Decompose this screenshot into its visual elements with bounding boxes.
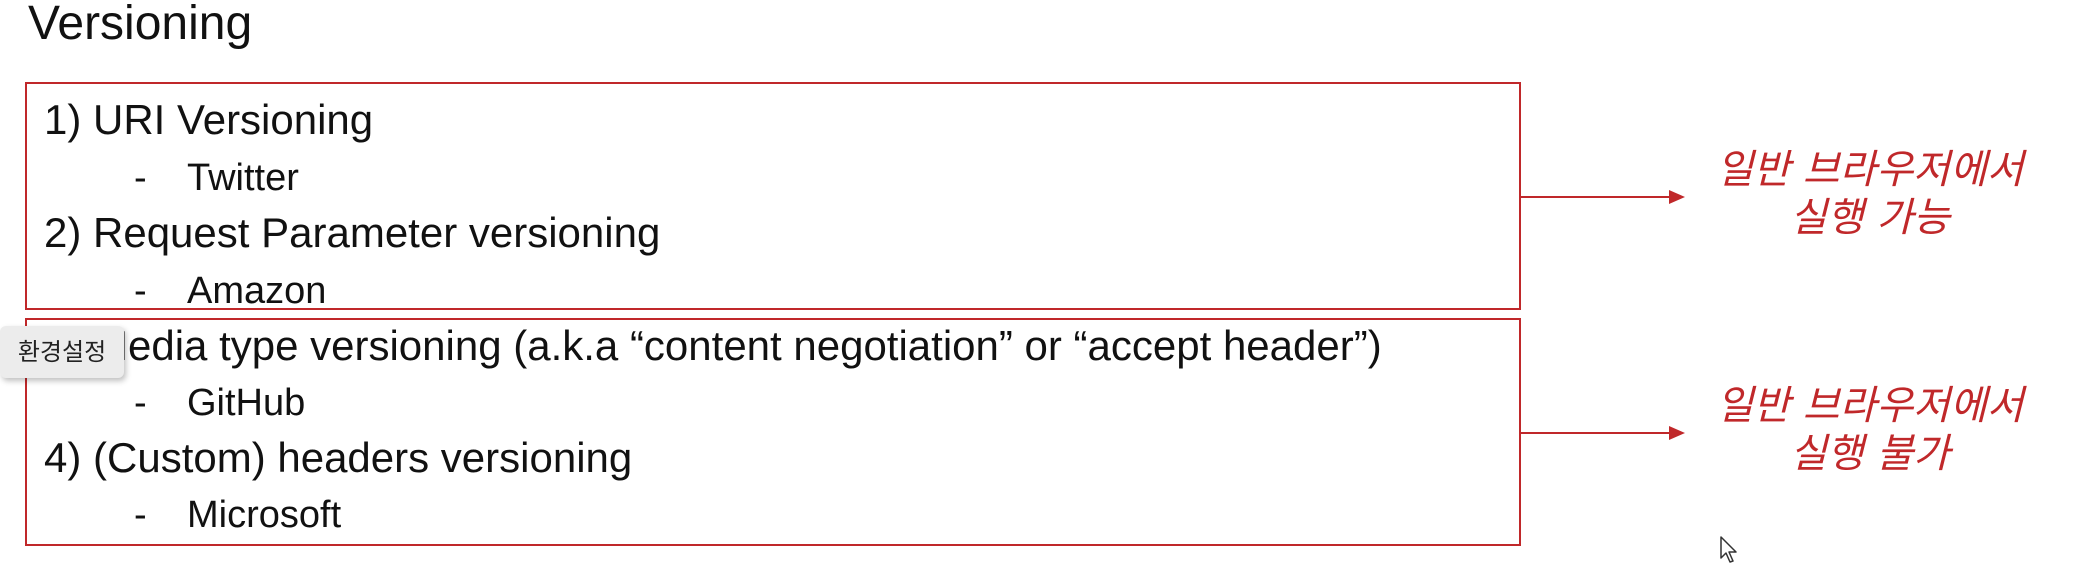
list-dash: - bbox=[134, 270, 147, 312]
list-dash: - bbox=[134, 494, 147, 536]
note-browser-incapable: 일반 브라우저에서 실행 불가 bbox=[1690, 382, 2050, 478]
note-browser-capable: 일반 브라우저에서 실행 가능 bbox=[1690, 146, 2050, 242]
arrow-right-icon bbox=[1521, 190, 1685, 204]
example-github: GitHub bbox=[187, 382, 306, 424]
note-line: 실행 불가 bbox=[1790, 431, 1950, 477]
list-item-uri-versioning: 1) URI Versioning bbox=[44, 96, 374, 143]
example-microsoft: Microsoft bbox=[187, 494, 342, 536]
example-amazon: Amazon bbox=[187, 270, 327, 312]
list-item-custom-headers-versioning: 4) (Custom) headers versioning bbox=[44, 434, 633, 481]
list-dash: - bbox=[134, 157, 147, 199]
arrow-right-icon bbox=[1521, 426, 1685, 440]
list-item-media-type-versioning: 3) Media type versioning (a.k.a “content… bbox=[44, 322, 1382, 369]
slide-title: Versioning bbox=[28, 0, 253, 50]
example-twitter: Twitter bbox=[187, 157, 299, 199]
list-item-request-parameter-versioning: 2) Request Parameter versioning bbox=[44, 209, 661, 256]
list-dash: - bbox=[134, 382, 147, 424]
note-line: 일반 브라우저에서 bbox=[1716, 147, 2024, 193]
note-line: 일반 브라우저에서 bbox=[1716, 383, 2024, 429]
settings-tooltip[interactable]: 환경설정 bbox=[0, 326, 124, 378]
mouse-pointer-icon bbox=[1720, 536, 1737, 563]
note-line: 실행 가능 bbox=[1790, 195, 1950, 241]
